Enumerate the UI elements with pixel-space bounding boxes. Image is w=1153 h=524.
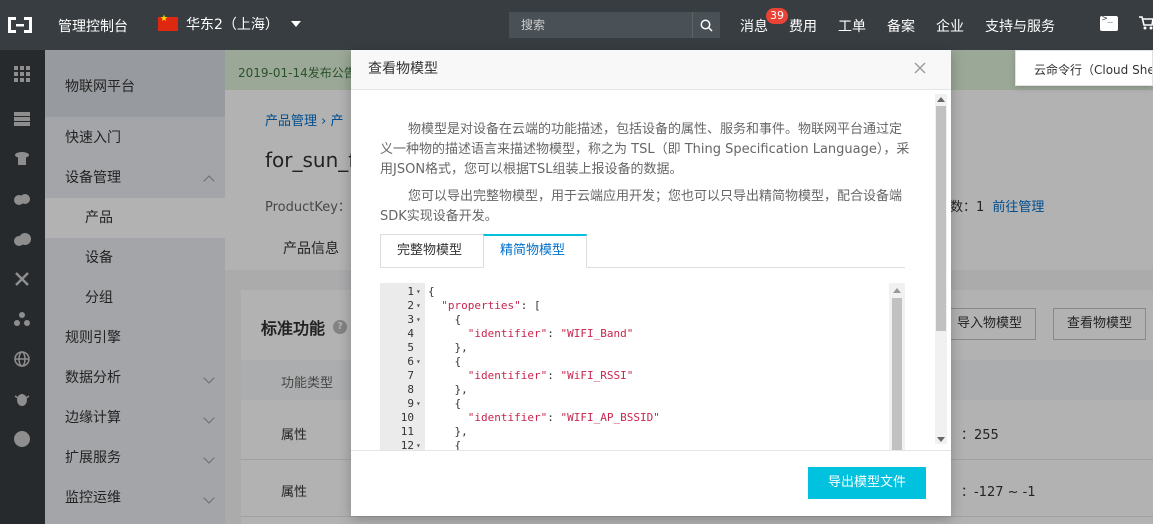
dialog-body: 物模型是对设备在云端的功能描述，包括设备的属性、服务和事件。物联网平台通过定义一… [351,90,951,450]
china-flag-icon [158,14,178,31]
line-number: 9 [407,397,414,410]
json-code-viewer[interactable]: 1 ▾{2 ▾ "properties": [3 ▾ {4 "identifier":… [380,283,905,450]
top-bar: 管理控制台 华东2（上海） 消息 39 费用 工单 备案 企业 支持与服务 [0,0,1153,50]
nav-support[interactable]: 支持与服务 [985,16,1055,36]
code-scrollbar[interactable] [889,283,905,450]
fold-toggle-icon[interactable]: ▾ [416,313,421,327]
line-number: 6 [407,355,414,368]
code-line: "properties": [ [441,299,541,312]
line-number: 12 [400,439,414,450]
cloud-shell-tooltip: 云命令行（Cloud Shell） [1015,50,1153,86]
region-selector[interactable]: 华东2（上海） [158,14,301,34]
code-line: }, [428,341,468,354]
search-icon [700,19,713,32]
dialog-scrollbar[interactable] [935,94,947,444]
fold-toggle-icon[interactable]: ▾ [416,299,421,313]
fold-toggle-icon[interactable]: ▾ [416,355,421,369]
nav-tickets[interactable]: 工单 [838,16,866,36]
fold-toggle-icon[interactable]: ▾ [416,397,421,411]
code-line: "identifier": "WIFI_AP_BSSID" [467,411,660,424]
search-button[interactable] [692,12,720,38]
line-number: 7 [407,369,414,382]
line-number: 4 [407,327,414,340]
dialog-title: 查看物模型 [368,61,438,77]
line-number: 11 [400,425,414,438]
fold-toggle-icon[interactable]: ▾ [416,285,421,299]
model-description: 物模型是对设备在云端的功能描述，包括设备的属性、服务和事件。物联网平台通过定义一… [380,122,910,177]
scroll-down-icon[interactable] [937,437,945,442]
fold-toggle-icon[interactable]: ▾ [416,439,421,450]
line-number: 5 [407,341,414,354]
caret-down-icon [290,21,301,27]
line-number: 10 [400,411,414,424]
dialog-header: 查看物模型 [351,50,951,90]
code-line: { [428,313,462,326]
code-line: "identifier": "WIFI_Band" [467,327,634,340]
line-number: 3 [407,313,414,326]
message-count-badge: 39 [766,8,788,24]
nav-enterprise[interactable]: 企业 [936,16,964,36]
region-label: 华东2（上海） [186,17,279,33]
close-icon[interactable] [912,60,928,76]
cloud-shell-icon[interactable] [1100,14,1118,31]
top-nav: 消息 39 费用 工单 备案 企业 支持与服务 [740,8,1076,36]
code-line: { [428,439,462,450]
export-model-button[interactable]: 导出模型文件 [808,467,926,499]
aliyun-logo-icon[interactable] [6,14,34,36]
code-line: { [428,285,435,298]
cart-icon[interactable] [1139,15,1153,31]
code-line: { [428,355,462,368]
nav-icp[interactable]: 备案 [887,16,915,36]
tab-simple-model[interactable]: 精简物模型 [483,234,587,268]
dialog-footer: 导出模型文件 [351,450,951,516]
scroll-up-icon[interactable] [893,288,901,293]
line-number: 8 [407,383,414,396]
code-scroll-thumb[interactable] [892,298,902,450]
line-number: 1 [407,285,414,298]
nav-billing[interactable]: 费用 [789,16,817,36]
scroll-up-icon[interactable] [937,97,945,102]
code-line: }, [428,383,468,396]
view-model-dialog: 查看物模型 物模型是对设备在云端的功能描述，包括设备的属性、服务和事件。物联网平… [351,50,951,516]
code-line: { [428,397,462,410]
nav-messages[interactable]: 消息 39 [740,8,788,36]
export-description: 您可以导出完整物模型，用于云端应用开发；您也可以只导出精简物模型，配合设备端SD… [380,189,903,224]
search-box [509,12,720,38]
code-line: }, [428,425,468,438]
model-tabs: 完整物模型 精简物模型 [380,234,905,268]
line-number: 2 [407,299,414,312]
search-input[interactable] [509,12,692,38]
console-link[interactable]: 管理控制台 [58,16,128,36]
dialog-scroll-thumb[interactable] [936,106,946,331]
code-line: "identifier": "WiFI_RSSI" [467,369,634,382]
tab-full-model[interactable]: 完整物模型 [380,234,484,268]
